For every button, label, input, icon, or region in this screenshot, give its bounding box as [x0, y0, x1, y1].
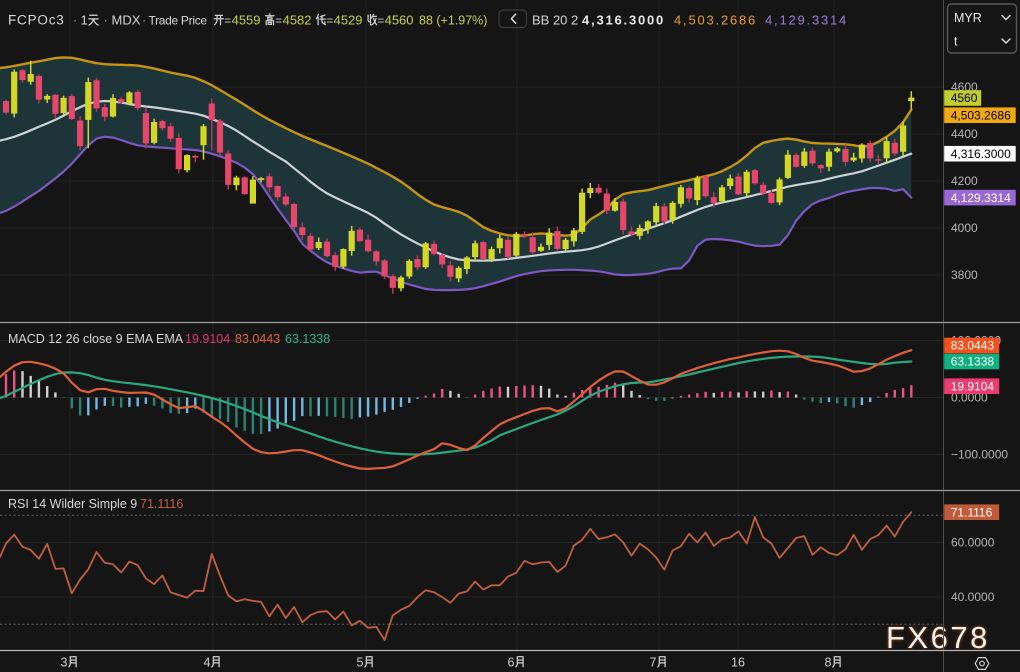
svg-text:1: 1	[81, 13, 88, 28]
svg-text:88 (+1.97%): 88 (+1.97%)	[419, 14, 487, 28]
svg-text:4,129.3314: 4,129.3314	[951, 191, 1011, 205]
svg-text:83.0443: 83.0443	[235, 332, 280, 346]
svg-text:FCPOc3: FCPOc3	[8, 13, 65, 28]
svg-text:40.0000: 40.0000	[951, 590, 995, 604]
svg-text:7: 7	[650, 656, 657, 670]
svg-text:83.0443: 83.0443	[951, 339, 995, 353]
svg-text:·: ·	[73, 13, 77, 28]
svg-text:Trade Price: Trade Price	[149, 14, 208, 28]
svg-text:4559: 4559	[232, 13, 261, 28]
svg-text:19.9104: 19.9104	[185, 332, 230, 346]
svg-text:4200: 4200	[951, 174, 978, 188]
svg-text:8: 8	[825, 656, 832, 670]
svg-text:4400: 4400	[951, 127, 978, 141]
svg-text:·: ·	[104, 13, 108, 28]
svg-text:4560: 4560	[951, 91, 978, 105]
svg-text:FX678: FX678	[886, 620, 990, 655]
svg-text:·: ·	[142, 13, 146, 28]
svg-text:16: 16	[731, 656, 745, 670]
svg-text:63.1338: 63.1338	[285, 332, 330, 346]
svg-text:5: 5	[357, 656, 364, 670]
svg-text:3: 3	[61, 656, 68, 670]
svg-text:4560: 4560	[385, 13, 414, 28]
svg-text:6: 6	[508, 656, 515, 670]
svg-text:4000: 4000	[951, 221, 978, 235]
svg-text:MYR: MYR	[954, 11, 982, 25]
svg-text:4,503.2686: 4,503.2686	[674, 13, 757, 28]
svg-text:4,129.3314: 4,129.3314	[765, 13, 848, 28]
svg-text:60.0000: 60.0000	[951, 536, 995, 550]
svg-text:3800: 3800	[951, 268, 978, 282]
svg-text:RSI 14 Wilder Simple 9: RSI 14 Wilder Simple 9	[8, 497, 137, 511]
svg-text:−100.0000: −100.0000	[951, 448, 1008, 462]
svg-text:4,316.3000: 4,316.3000	[951, 147, 1011, 161]
svg-text:=: =	[326, 14, 333, 28]
svg-text:4: 4	[204, 656, 211, 670]
svg-text:MACD 12 26 close 9 EMA EMA: MACD 12 26 close 9 EMA EMA	[8, 332, 184, 346]
svg-text:4,503.2686: 4,503.2686	[951, 108, 1011, 122]
svg-text:=: =	[377, 14, 384, 28]
svg-text:4,316.3000: 4,316.3000	[582, 13, 665, 28]
svg-text:71.1116: 71.1116	[140, 497, 183, 511]
svg-text:63.1338: 63.1338	[951, 355, 995, 369]
svg-text:t: t	[954, 35, 958, 49]
svg-text:MDX: MDX	[112, 13, 141, 28]
svg-text:BB 20 2: BB 20 2	[532, 13, 578, 28]
svg-text:4582: 4582	[283, 13, 312, 28]
svg-text:19.9104: 19.9104	[951, 379, 995, 393]
svg-text:4529: 4529	[334, 13, 363, 28]
svg-text:=: =	[224, 14, 231, 28]
svg-text:71.1116: 71.1116	[951, 505, 993, 519]
svg-text:=: =	[275, 14, 282, 28]
